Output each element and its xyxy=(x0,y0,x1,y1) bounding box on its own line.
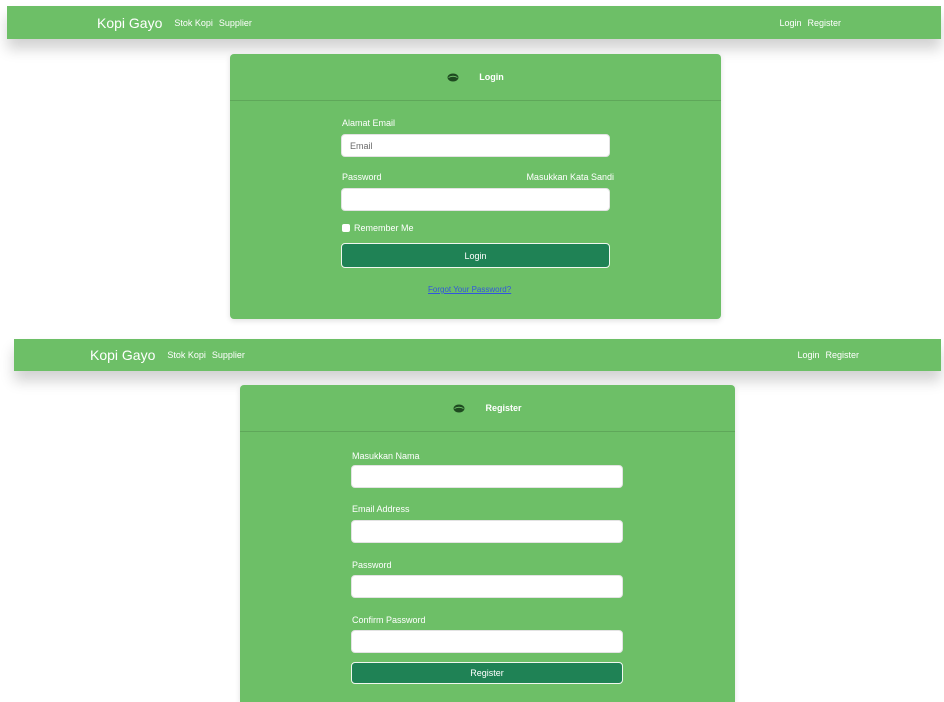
nav-right-links: Login Register xyxy=(797,350,865,360)
password-label: Password xyxy=(342,172,382,182)
confirm-password-input[interactable] xyxy=(351,630,623,653)
nav-link-supplier[interactable]: Supplier xyxy=(212,350,245,360)
nav-link-stok-kopi[interactable]: Stok Kopi xyxy=(167,350,206,360)
name-label: Masukkan Nama xyxy=(352,451,420,461)
name-input[interactable] xyxy=(351,465,623,488)
email-label: Alamat Email xyxy=(342,118,396,128)
email-label: Email Address xyxy=(352,504,410,514)
coffee-bean-icon xyxy=(453,404,465,413)
brand-link[interactable]: Kopi Gayo xyxy=(97,15,162,31)
nav-link-login[interactable]: Login xyxy=(797,350,819,360)
remember-label: Remember Me xyxy=(354,223,414,233)
email-input[interactable] xyxy=(351,520,623,543)
forgot-password-link[interactable]: Forgot Your Password? xyxy=(428,285,511,294)
login-card: Login Alamat Email Email Password Masukk… xyxy=(230,54,721,319)
brand-link[interactable]: Kopi Gayo xyxy=(90,347,155,363)
nav-link-register[interactable]: Register xyxy=(807,18,841,28)
login-card-header: Login xyxy=(230,54,721,101)
register-title: Register xyxy=(485,403,522,413)
password-input[interactable] xyxy=(341,188,610,211)
nav-right-links: Login Register xyxy=(779,18,847,28)
password-label: Password xyxy=(352,560,392,570)
email-input[interactable]: Email xyxy=(341,134,610,157)
nav-link-login[interactable]: Login xyxy=(779,18,801,28)
register-button[interactable]: Register xyxy=(351,662,623,684)
register-card-header: Register xyxy=(240,385,735,432)
login-button[interactable]: Login xyxy=(341,243,610,268)
register-card: Register Masukkan Nama Email Address Pas… xyxy=(240,385,735,702)
navbar-bottom: Kopi Gayo Stok Kopi Supplier Login Regis… xyxy=(14,339,941,371)
remember-checkbox[interactable] xyxy=(342,224,350,232)
coffee-bean-icon xyxy=(447,73,459,82)
login-title: Login xyxy=(479,72,504,82)
password-input[interactable] xyxy=(351,575,623,598)
password-hint: Masukkan Kata Sandi xyxy=(526,172,614,182)
nav-link-register[interactable]: Register xyxy=(825,350,859,360)
confirm-password-label: Confirm Password xyxy=(352,615,426,625)
navbar-top: Kopi Gayo Stok Kopi Supplier Login Regis… xyxy=(7,6,941,39)
nav-link-supplier[interactable]: Supplier xyxy=(219,18,252,28)
nav-link-stok-kopi[interactable]: Stok Kopi xyxy=(174,18,213,28)
